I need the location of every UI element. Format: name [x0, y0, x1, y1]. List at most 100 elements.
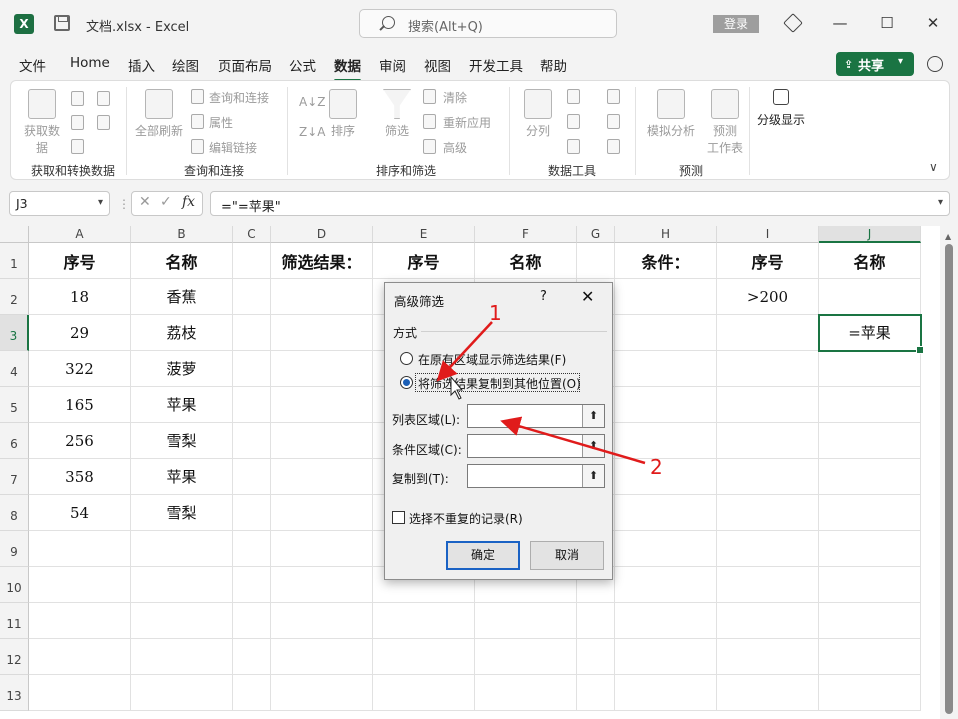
cell-a1[interactable]: 序号	[29, 243, 131, 279]
outline-button[interactable]: 分级显示	[753, 89, 809, 128]
sort-az-icon[interactable]: A↓Z	[299, 95, 325, 109]
row-header-8[interactable]: 8	[0, 495, 29, 531]
tab-view[interactable]: 视图	[424, 55, 451, 75]
cell-i9[interactable]	[717, 531, 819, 567]
cell-h2[interactable]	[615, 279, 717, 315]
cell-f12[interactable]	[475, 639, 577, 675]
cell-g11[interactable]	[577, 603, 615, 639]
cell-h8[interactable]	[615, 495, 717, 531]
cell-b10[interactable]	[131, 567, 233, 603]
cell-a13[interactable]	[29, 675, 131, 711]
cell-a2[interactable]: 18	[29, 279, 131, 315]
cell-d5[interactable]	[271, 387, 373, 423]
option-copy-to-location-label[interactable]: 将筛选结果复制到其他位置(O)	[418, 375, 581, 392]
cell-c2[interactable]	[233, 279, 271, 315]
cell-b6[interactable]: 雪梨	[131, 423, 233, 459]
cell-e12[interactable]	[373, 639, 475, 675]
maximize-button[interactable]: ☐	[876, 12, 898, 34]
cell-h3[interactable]	[615, 315, 717, 351]
refresh-all-button[interactable]: 全部刷新	[133, 89, 185, 139]
row-header-6[interactable]: 6	[0, 423, 29, 459]
properties-button[interactable]: 属性	[209, 114, 233, 131]
cell-a9[interactable]	[29, 531, 131, 567]
cell-a7[interactable]: 358	[29, 459, 131, 495]
column-header-f[interactable]: F	[475, 226, 577, 243]
tab-review[interactable]: 审阅	[379, 55, 406, 75]
cell-h4[interactable]	[615, 351, 717, 387]
cell-c6[interactable]	[233, 423, 271, 459]
cell-j9[interactable]	[819, 531, 921, 567]
cell-i5[interactable]	[717, 387, 819, 423]
cell-c13[interactable]	[233, 675, 271, 711]
confirm-icon[interactable]: ✓	[160, 194, 172, 210]
tab-data[interactable]: 数据	[334, 55, 361, 82]
chevron-down-icon[interactable]: ▾	[938, 197, 943, 208]
cell-a10[interactable]	[29, 567, 131, 603]
select-all-corner[interactable]	[0, 226, 29, 243]
data-model-icon[interactable]	[607, 139, 620, 154]
column-header-c[interactable]: C	[233, 226, 271, 243]
column-header-b[interactable]: B	[131, 226, 233, 243]
cell-h7[interactable]	[615, 459, 717, 495]
cell-j5[interactable]	[819, 387, 921, 423]
insert-function-icon[interactable]: fx	[182, 194, 195, 210]
cell-a5[interactable]: 165	[29, 387, 131, 423]
cell-d8[interactable]	[271, 495, 373, 531]
cell-c11[interactable]	[233, 603, 271, 639]
unique-records-label[interactable]: 选择不重复的记录(R)	[409, 510, 523, 527]
what-if-analysis-button[interactable]: 模拟分析	[643, 89, 699, 139]
cell-b11[interactable]	[131, 603, 233, 639]
copy-to-input[interactable]: ⬆	[467, 464, 605, 488]
cell-c1[interactable]	[233, 243, 271, 279]
cell-f1[interactable]: 名称	[475, 243, 577, 279]
cell-c8[interactable]	[233, 495, 271, 531]
filter-button[interactable]: 筛选	[381, 89, 413, 139]
get-data-button[interactable]: 获取数 据	[21, 89, 63, 156]
cell-b9[interactable]	[131, 531, 233, 567]
name-box[interactable]: J3 ▾	[9, 191, 110, 216]
column-header-d[interactable]: D	[271, 226, 373, 243]
cell-i8[interactable]	[717, 495, 819, 531]
cell-b5[interactable]: 苹果	[131, 387, 233, 423]
cell-g12[interactable]	[577, 639, 615, 675]
cell-j13[interactable]	[819, 675, 921, 711]
unique-records-checkbox[interactable]	[392, 511, 405, 524]
row-header-10[interactable]: 10	[0, 567, 29, 603]
cell-d4[interactable]	[271, 351, 373, 387]
row-header-9[interactable]: 9	[0, 531, 29, 567]
radio-filter-in-place[interactable]	[400, 352, 413, 365]
cell-a3[interactable]: 29	[29, 315, 131, 351]
cell-j1[interactable]: 名称	[819, 243, 921, 279]
option-filter-in-place-label[interactable]: 在原有区域显示筛选结果(F)	[418, 351, 566, 368]
cell-f11[interactable]	[475, 603, 577, 639]
close-button[interactable]: ✕	[922, 12, 944, 34]
cell-d13[interactable]	[271, 675, 373, 711]
row-header-12[interactable]: 12	[0, 639, 29, 675]
text-to-columns-button[interactable]: 分列	[519, 89, 557, 139]
minimize-button[interactable]: —	[829, 12, 851, 34]
cell-b3[interactable]: 荔枝	[131, 315, 233, 351]
cell-h10[interactable]	[615, 567, 717, 603]
from-table-icon[interactable]	[71, 139, 84, 154]
cell-a6[interactable]: 256	[29, 423, 131, 459]
cell-c4[interactable]	[233, 351, 271, 387]
row-header-4[interactable]: 4	[0, 351, 29, 387]
relationships-icon[interactable]	[607, 114, 620, 129]
remove-duplicates-icon[interactable]	[567, 114, 580, 129]
column-header-h[interactable]: H	[615, 226, 717, 243]
cell-j10[interactable]	[819, 567, 921, 603]
dialog-close-button[interactable]: ✕	[581, 287, 594, 306]
cell-d2[interactable]	[271, 279, 373, 315]
cell-i4[interactable]	[717, 351, 819, 387]
data-validation-icon[interactable]	[567, 139, 580, 154]
list-range-input[interactable]: ⬆	[467, 404, 605, 428]
tab-page-layout[interactable]: 页面布局	[218, 55, 272, 75]
cell-e13[interactable]	[373, 675, 475, 711]
queries-connections-button[interactable]: 查询和连接	[209, 89, 269, 106]
cell-b4[interactable]: 菠萝	[131, 351, 233, 387]
tab-home[interactable]: Home	[70, 55, 110, 71]
cell-g1[interactable]	[577, 243, 615, 279]
comment-icon[interactable]	[927, 56, 943, 72]
cell-j7[interactable]	[819, 459, 921, 495]
cell-h12[interactable]	[615, 639, 717, 675]
